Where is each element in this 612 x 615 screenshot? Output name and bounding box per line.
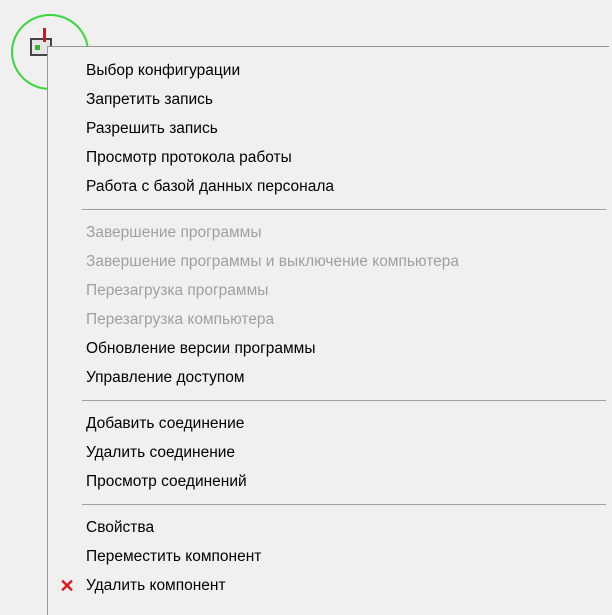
- menu-item-2-0[interactable]: Добавить соединение: [48, 410, 609, 438]
- menu-item-1-2: Перезагрузка программы: [48, 277, 609, 305]
- menu-item-label: Запретить запись: [86, 91, 213, 108]
- delete-x-icon: ✕: [59, 576, 75, 596]
- menu-item-label: Удалить соединение: [86, 444, 236, 461]
- context-menu: Выбор конфигурации Запретить запись Разреш…: [47, 46, 609, 615]
- desktop-canvas: Выбор конфигурации Запретить запись Разреш…: [0, 0, 612, 615]
- menu-item-label: Разрешить запись: [86, 120, 218, 137]
- menu-item-3-0[interactable]: Свойства: [48, 514, 609, 542]
- menu-item-1-1: Завершение программы и выключение компью…: [48, 248, 609, 276]
- menu-item-label: Просмотр соединений: [86, 473, 247, 490]
- menu-item-1-0: Завершение программы: [48, 219, 609, 247]
- menu-item-label: Управление доступом: [86, 369, 245, 386]
- menu-separator: [82, 209, 606, 210]
- menu-separator: [82, 400, 606, 401]
- menu-item-1-5[interactable]: Управление доступом: [48, 364, 609, 392]
- menu-item-label: Выбор конфигурации: [86, 62, 241, 79]
- menu-item-0-4[interactable]: Работа с базой данных персонала: [48, 173, 609, 201]
- menu-item-2-2[interactable]: Просмотр соединений: [48, 468, 609, 496]
- menu-item-3-1[interactable]: Переместить компонент: [48, 543, 609, 571]
- menu-item-0-1[interactable]: Запретить запись: [48, 86, 609, 114]
- menu-item-label: Переместить компонент: [86, 548, 262, 565]
- menu-item-2-1[interactable]: Удалить соединение: [48, 439, 609, 467]
- menu-item-1-3: Перезагрузка компьютера: [48, 306, 609, 334]
- menu-item-label: Добавить соединение: [86, 415, 245, 432]
- menu-item-0-0[interactable]: Выбор конфигурации: [48, 57, 609, 85]
- menu-item-label: Завершение программы и выключение компью…: [86, 253, 460, 270]
- menu-item-0-2[interactable]: Разрешить запись: [48, 115, 609, 143]
- menu-item-label: Просмотр протокола работы: [86, 149, 292, 166]
- menu-item-label: Перезагрузка программы: [86, 282, 269, 299]
- menu-item-label: Завершение программы: [86, 224, 262, 241]
- menu-item-label: Свойства: [86, 519, 155, 536]
- menu-item-label: Перезагрузка компьютера: [86, 311, 275, 328]
- menu-item-label: Работа с базой данных персонала: [86, 178, 334, 195]
- menu-item-0-3[interactable]: Просмотр протокола работы: [48, 144, 609, 172]
- menu-separator: [82, 504, 606, 505]
- red-pin-icon: [43, 28, 46, 42]
- menu-item-3-2[interactable]: ✕ Удалить компонент: [48, 572, 609, 600]
- menu-item-label: Удалить компонент: [86, 577, 226, 594]
- menu-item-1-4[interactable]: Обновление версии программы: [48, 335, 609, 363]
- menu-item-label: Обновление версии программы: [86, 340, 316, 357]
- green-led-icon: [35, 45, 40, 50]
